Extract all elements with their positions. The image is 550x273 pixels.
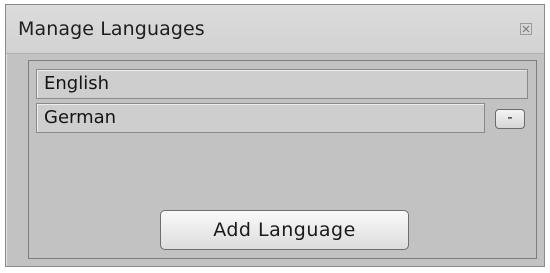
language-item-german[interactable]: German: [36, 103, 485, 133]
title-bar[interactable]: Manage Languages: [6, 5, 544, 54]
add-language-label: Add Language: [213, 219, 356, 241]
close-icon[interactable]: [520, 23, 532, 35]
manage-languages-window: Manage Languages English German - Add La…: [5, 4, 545, 267]
language-label: German: [44, 107, 117, 128]
remove-language-button[interactable]: -: [495, 108, 525, 129]
languages-panel: English German - Add Language: [28, 60, 537, 259]
language-item-english[interactable]: English: [36, 69, 528, 99]
remove-label: -: [507, 108, 513, 126]
language-label: English: [44, 73, 109, 94]
window-title: Manage Languages: [18, 18, 205, 40]
add-language-button[interactable]: Add Language: [160, 210, 409, 250]
